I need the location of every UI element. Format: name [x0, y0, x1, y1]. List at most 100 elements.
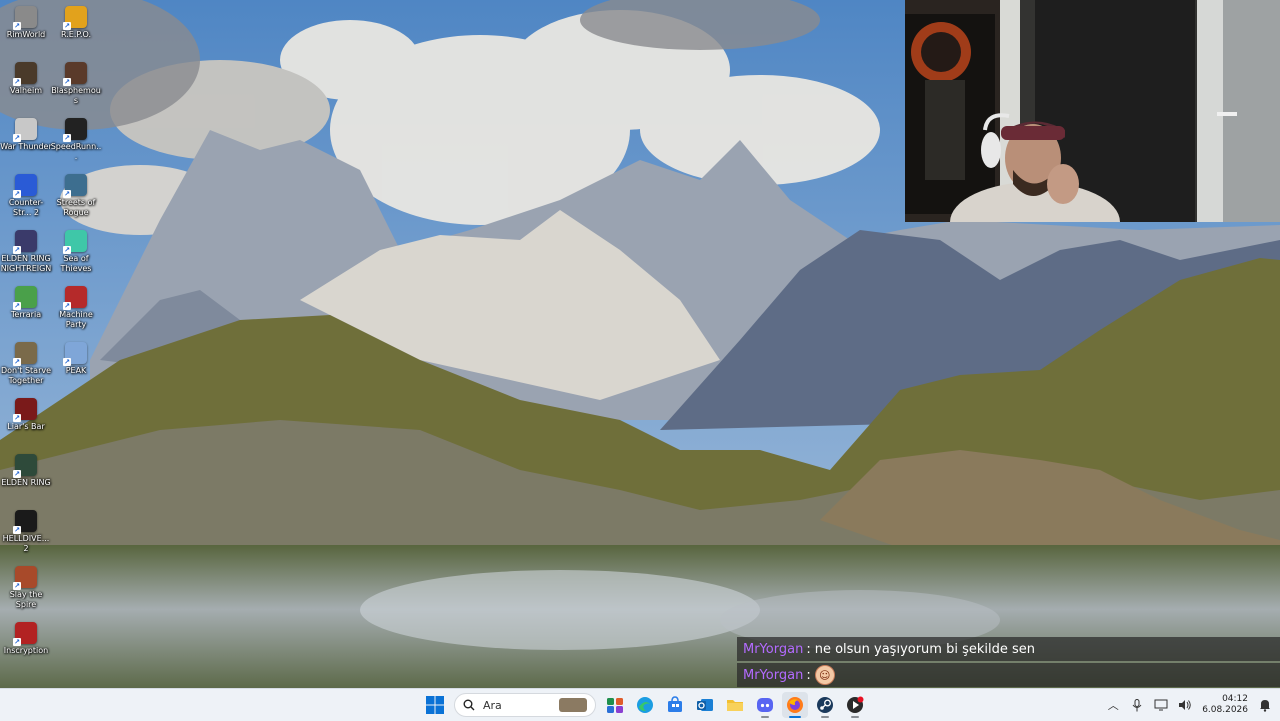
valheim-icon: ↗ — [13, 62, 37, 86]
start-button[interactable] — [422, 692, 448, 718]
network-icon[interactable] — [1154, 698, 1168, 712]
chevron-up-icon[interactable]: ︿ — [1106, 698, 1120, 712]
desktop-icon-grid: ↗ RimWorld ↗ R.E.P.O. ↗ Valheim ↗ Blasphemous ↗ W… — [0, 0, 110, 688]
elden-ring-nightreign-icon: ↗ — [13, 230, 37, 254]
desktop-icon-label: ELDEN RING — [1, 478, 51, 487]
desktop-icon-repo[interactable]: ↗ R.E.P.O. — [50, 3, 102, 40]
desktop-icon-streets-of-rogue[interactable]: ↗ Streets of Rogue — [50, 171, 102, 218]
blasphemous-icon: ↗ — [63, 62, 87, 86]
media-app-button[interactable] — [842, 692, 868, 718]
desktop-icon-label: ELDEN RING NIGHTREIGN — [0, 254, 52, 273]
shortcut-arrow-icon: ↗ — [13, 638, 21, 646]
desktop-icon-terraria[interactable]: ↗ Terraria — [0, 283, 52, 320]
shortcut-arrow-icon: ↗ — [63, 246, 71, 254]
desktop-icon-label: Inscryption — [3, 646, 49, 655]
desktop-icon-label: HELLDIVE... 2 — [2, 534, 50, 553]
outlook-button[interactable] — [692, 692, 718, 718]
widgets-icon — [607, 698, 623, 713]
peak-icon: ↗ — [63, 342, 87, 366]
desktop-icon-sea-of-thieves[interactable]: ↗ Sea of Thieves — [50, 227, 102, 274]
taskbar-clock[interactable]: 04:12 6.08.2026 — [1202, 694, 1248, 716]
chat-text: ne olsun yaşıyorum bi şekilde sen — [814, 641, 1036, 657]
shortcut-arrow-icon: ↗ — [63, 134, 71, 142]
desktop-icon-label: Valheim — [10, 86, 42, 95]
dont-starve-together-icon: ↗ — [13, 342, 37, 366]
machine-party-icon: ↗ — [63, 286, 87, 310]
running-indicator — [789, 716, 801, 718]
desktop-icon-helldivers[interactable]: ↗ HELLDIVE... 2 — [0, 507, 52, 554]
war-thunder-icon: ↗ — [13, 118, 37, 142]
discord-icon — [757, 698, 773, 712]
desktop-icon-label: Sea of Thieves — [60, 254, 92, 273]
store-button[interactable] — [662, 692, 688, 718]
chat-separator: : — [806, 667, 811, 683]
microphone-icon[interactable] — [1130, 698, 1144, 712]
search-highlight-icon — [559, 698, 587, 712]
desktop-icon-label: Liar's Bar — [7, 422, 45, 431]
desktop-icon-liars-bar[interactable]: ↗ Liar's Bar — [0, 395, 52, 432]
desktop-icon-label: Don't Starve Together — [0, 366, 52, 385]
sea-of-thieves-icon: ↗ — [63, 230, 87, 254]
folder-icon — [727, 700, 743, 711]
desktop-icon-label: PEAK — [65, 366, 87, 375]
terraria-icon: ↗ — [13, 286, 37, 310]
desktop-icon-label: War Thunder — [0, 142, 52, 151]
widgets-button[interactable] — [602, 692, 628, 718]
chat-overlay: MrYorgan : ne olsun yaşıyorum bi şekilde… — [737, 637, 1280, 689]
shortcut-arrow-icon: ↗ — [63, 78, 71, 86]
desktop-icon-label: Streets of Rogue — [56, 198, 96, 217]
shortcut-arrow-icon: ↗ — [63, 358, 71, 366]
taskbar-search[interactable]: Ara — [454, 693, 596, 717]
chat-username: MrYorgan — [743, 641, 804, 657]
clock-time: 04:12 — [1222, 694, 1248, 704]
desktop-icon-blasphemous[interactable]: ↗ Blasphemous — [50, 59, 102, 106]
windows-logo-icon — [426, 696, 444, 714]
desktop-icon-speedrunners[interactable]: ↗ SpeedRunn... — [50, 115, 102, 162]
shortcut-arrow-icon: ↗ — [63, 22, 71, 30]
desktop-icon-war-thunder[interactable]: ↗ War Thunder — [0, 115, 52, 152]
running-indicator — [821, 716, 829, 718]
shortcut-arrow-icon: ↗ — [13, 358, 21, 366]
desktop-icon-dont-starve-together[interactable]: ↗ Don't Starve Together — [0, 339, 52, 386]
running-indicator — [851, 716, 859, 718]
steam-icon — [817, 697, 833, 713]
firefox-button[interactable] — [782, 692, 808, 718]
shortcut-arrow-icon: ↗ — [13, 190, 21, 198]
shortcut-arrow-icon: ↗ — [13, 302, 21, 310]
steam-button[interactable] — [812, 692, 838, 718]
desktop-icon-rimworld[interactable]: ↗ RimWorld — [0, 3, 52, 40]
volume-icon[interactable] — [1178, 698, 1192, 712]
helldivers-icon: ↗ — [13, 510, 37, 534]
desktop-icon-slay-the-spire[interactable]: ↗ Slay the Spire — [0, 563, 52, 610]
slay-the-spire-icon: ↗ — [13, 566, 37, 590]
shortcut-arrow-icon: ↗ — [13, 470, 21, 478]
repo-icon: ↗ — [63, 6, 87, 30]
file-explorer-button[interactable] — [722, 692, 748, 718]
desktop-icon-elden-ring[interactable]: ↗ ELDEN RING — [0, 451, 52, 488]
shortcut-arrow-icon: ↗ — [13, 78, 21, 86]
shortcut-arrow-icon: ↗ — [13, 22, 21, 30]
desktop-icon-peak[interactable]: ↗ PEAK — [50, 339, 102, 376]
discord-button[interactable] — [752, 692, 778, 718]
desktop-icon-inscryption[interactable]: ↗ Inscryption — [0, 619, 52, 656]
speedrunners-icon: ↗ — [63, 118, 87, 142]
search-icon — [463, 699, 475, 711]
chat-username: MrYorgan — [743, 667, 804, 683]
shortcut-arrow-icon: ↗ — [13, 246, 21, 254]
edge-icon — [637, 697, 653, 713]
shortcut-arrow-icon: ↗ — [13, 526, 21, 534]
desktop-icon-machine-party[interactable]: ↗ Machine Party — [50, 283, 102, 330]
outlook-icon — [697, 699, 713, 711]
store-icon — [668, 696, 682, 712]
shortcut-arrow-icon: ↗ — [63, 302, 71, 310]
notification-bell-icon[interactable] — [1258, 698, 1272, 712]
edge-button[interactable] — [632, 692, 658, 718]
shortcut-arrow-icon: ↗ — [13, 134, 21, 142]
desktop-icon-elden-ring-nightreign[interactable]: ↗ ELDEN RING NIGHTREIGN — [0, 227, 52, 274]
desktop-icon-counter-strike[interactable]: ↗ Counter-Str... 2 — [0, 171, 52, 218]
webcam-overlay — [905, 0, 1280, 222]
desktop-icon-valheim[interactable]: ↗ Valheim — [0, 59, 52, 96]
rimworld-icon: ↗ — [13, 6, 37, 30]
shortcut-arrow-icon: ↗ — [63, 190, 71, 198]
liars-bar-icon: ↗ — [13, 398, 37, 422]
